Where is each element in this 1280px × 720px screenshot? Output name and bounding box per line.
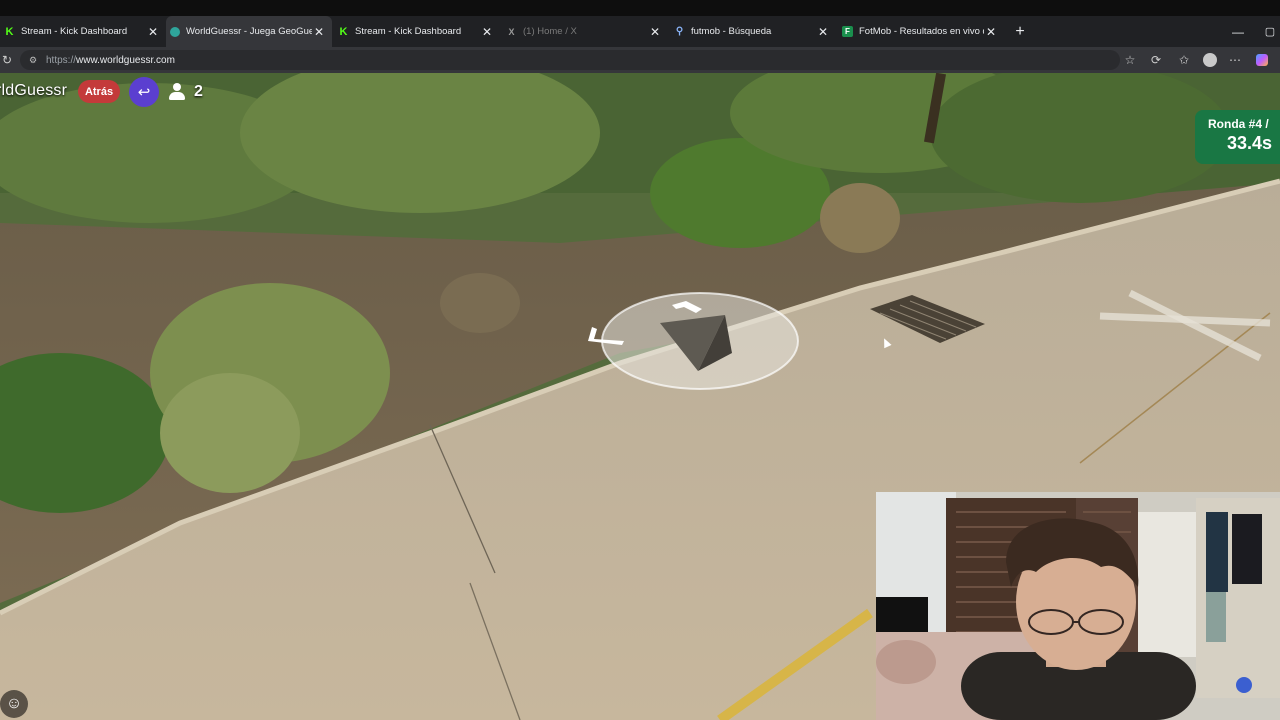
tab-title: Stream - Kick Dashboard	[21, 26, 128, 37]
browser-toolbar: ↻ ⚙ https://www.worldguessr.com ☆ ⟳ ✩ ⋯	[0, 47, 1280, 73]
tab-title: FotMob - Resultados en vivo de fútbol	[859, 26, 984, 37]
back-button[interactable]: Atrás	[78, 80, 120, 103]
tab-title: WorldGuessr - Juega GeoGuessr gratis	[186, 26, 312, 37]
address-bar[interactable]: ⚙ https://www.worldguessr.com	[20, 50, 1120, 70]
smiley-icon: ☺	[5, 695, 23, 712]
tab-title: futmob - Búsqueda	[691, 26, 772, 37]
screen-top-strip	[0, 0, 1280, 16]
navigation-compass[interactable]	[580, 283, 810, 403]
minimize-window-button[interactable]: —	[1230, 16, 1246, 47]
round-timer: 33.4s	[1227, 133, 1273, 153]
bookmark-star-icon[interactable]: ☆	[1120, 50, 1140, 70]
player-count: 2	[169, 80, 203, 104]
close-icon[interactable]: ✕	[146, 25, 160, 39]
kick-icon: K	[5, 25, 14, 38]
copilot-icon[interactable]	[1252, 50, 1272, 70]
tab-x-home[interactable]: X (1) Home / X ✕	[502, 16, 668, 47]
site-info-icon[interactable]: ⚙	[26, 53, 40, 67]
worldguessr-icon	[170, 26, 180, 37]
close-icon[interactable]: ✕	[816, 25, 830, 39]
webcam-scene	[876, 492, 1280, 720]
x-icon: X	[508, 26, 515, 37]
url-text: https://www.worldguessr.com	[46, 55, 175, 66]
fotmob-icon: F	[842, 26, 853, 37]
round-label: Ronda #4 /	[1208, 117, 1269, 131]
url-host: www.worldguessr.com	[76, 54, 175, 66]
new-tab-button[interactable]: +	[1012, 16, 1028, 47]
favorites-icon[interactable]: ✩	[1174, 50, 1194, 70]
return-to-start-button[interactable]: ↩	[129, 77, 159, 107]
tab-fotmob[interactable]: F FotMob - Resultados en vivo de fútbol …	[838, 16, 1004, 47]
webcam-overlay	[876, 492, 1280, 720]
close-icon[interactable]: ✕	[480, 25, 494, 39]
tab-futmob-search[interactable]: ⚲ futmob - Búsqueda ✕	[670, 16, 836, 47]
return-arrow-icon: ↩	[137, 84, 151, 101]
tab-worldguessr[interactable]: WorldGuessr - Juega GeoGuessr gratis ✕	[166, 16, 332, 47]
profile-avatar-icon	[1203, 53, 1217, 67]
player-count-value: 2	[194, 83, 203, 100]
maximize-window-button[interactable]: ▢	[1262, 16, 1278, 47]
search-icon: ⚲	[675, 26, 684, 37]
close-icon[interactable]: ✕	[984, 25, 998, 39]
emoji-chat-button[interactable]: ☺	[0, 690, 28, 718]
reload-icon[interactable]: ↻	[0, 50, 14, 70]
browser-tab-bar: K Stream - Kick Dashboard ✕ WorldGuessr …	[0, 16, 1280, 47]
tab-kick-dashboard-2[interactable]: K Stream - Kick Dashboard ✕	[334, 16, 500, 47]
tab-title: Stream - Kick Dashboard	[355, 26, 462, 37]
url-scheme: https://	[46, 54, 77, 66]
profile-button[interactable]	[1200, 50, 1220, 70]
close-icon[interactable]: ✕	[312, 25, 326, 39]
round-timer-box: Ronda #4 / 33.4s	[1195, 110, 1280, 164]
close-icon[interactable]: ✕	[648, 25, 662, 39]
tab-title: (1) Home / X	[523, 26, 577, 37]
worldguessr-logo[interactable]: rldGuessr	[0, 82, 67, 100]
extensions-icon[interactable]: ⟳	[1146, 50, 1166, 70]
user-icon	[169, 82, 185, 102]
more-menu-icon[interactable]: ⋯	[1225, 50, 1245, 70]
tab-kick-dashboard-1[interactable]: K Stream - Kick Dashboard ✕	[0, 16, 166, 47]
kick-icon: K	[339, 25, 348, 38]
